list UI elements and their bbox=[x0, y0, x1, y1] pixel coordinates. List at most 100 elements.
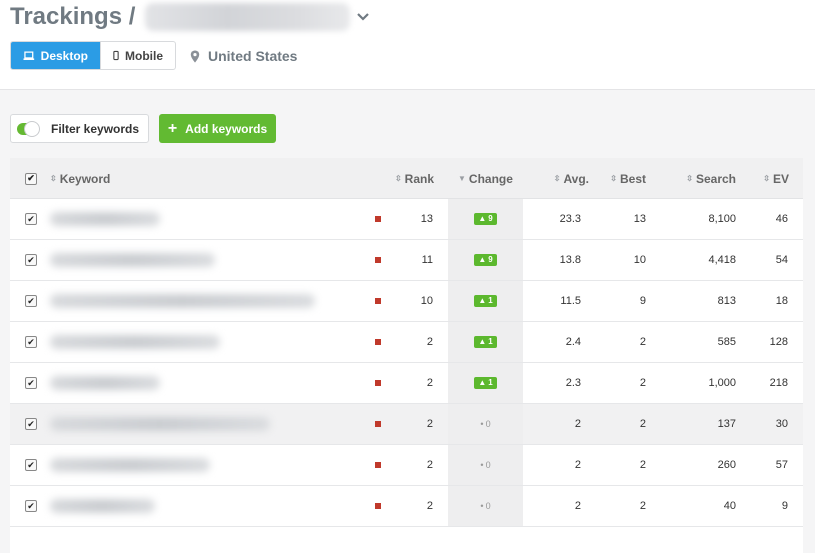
search-cell: 260 bbox=[660, 445, 736, 485]
best-value: 2 bbox=[639, 459, 646, 471]
table-row[interactable]: ✔ 10 ▲ 1 11.5 9 813 18 bbox=[10, 281, 803, 322]
filter-keywords-button[interactable]: Filter keywords bbox=[10, 114, 149, 143]
sort-icon: ⇳ bbox=[686, 173, 693, 183]
select-all-checkbox[interactable]: ✔ bbox=[25, 172, 37, 185]
filter-label: Filter keywords bbox=[51, 121, 140, 136]
row-checkbox[interactable]: ✔ bbox=[25, 459, 37, 471]
device-toggle: Desktop Mobile bbox=[10, 41, 176, 70]
chevron-down-icon[interactable] bbox=[356, 10, 370, 24]
avg-value: 2.3 bbox=[565, 377, 581, 389]
location[interactable]: United States bbox=[190, 48, 297, 64]
add-keywords-button[interactable]: + Add keywords bbox=[159, 114, 276, 143]
dot-icon: • bbox=[480, 501, 484, 511]
rank-marker-cell bbox=[375, 199, 381, 239]
change-cell: ▲ 9 bbox=[448, 199, 523, 239]
change-cell: • 0 bbox=[448, 486, 523, 526]
ev-cell: 18 bbox=[750, 281, 788, 321]
row-checkbox[interactable]: ✔ bbox=[25, 500, 37, 512]
col-keyword[interactable]: ⇳ Keyword bbox=[50, 158, 110, 199]
col-search-label: Search bbox=[695, 171, 736, 186]
table-row[interactable]: ✔ 2 • 0 2 2 260 57 bbox=[10, 445, 803, 486]
table-row[interactable]: ✔ 11 ▲ 9 13.8 10 4,418 54 bbox=[10, 240, 803, 281]
rank-cell: 2 bbox=[390, 404, 433, 444]
best-value: 10 bbox=[633, 254, 646, 266]
plus-icon: + bbox=[167, 119, 178, 137]
ev-value: 30 bbox=[775, 418, 788, 430]
dot-icon: • bbox=[480, 419, 484, 429]
keyword-cell[interactable] bbox=[50, 486, 155, 526]
ev-cell: 128 bbox=[750, 322, 788, 362]
rank-marker-cell bbox=[375, 404, 381, 444]
row-checkbox[interactable]: ✔ bbox=[25, 213, 37, 225]
rank-cell: 2 bbox=[390, 445, 433, 485]
best-cell: 2 bbox=[595, 363, 646, 403]
keyword-cell[interactable] bbox=[50, 322, 220, 362]
desktop-label: Desktop bbox=[40, 48, 88, 63]
dot-icon: • bbox=[480, 460, 484, 470]
rank-marker-cell bbox=[375, 445, 381, 485]
table-row[interactable]: ✔ 2 • 0 2 2 137 30 bbox=[10, 404, 803, 445]
change-badge: ▲ 1 bbox=[474, 377, 497, 389]
col-best[interactable]: ⇳ Best bbox=[595, 158, 646, 199]
avg-cell: 2 bbox=[530, 486, 581, 526]
best-cell: 2 bbox=[595, 486, 646, 526]
search-cell: 137 bbox=[660, 404, 736, 444]
col-avg-label: Avg. bbox=[563, 171, 589, 186]
table-row[interactable]: ✔ 2 • 0 2 2 40 9 bbox=[10, 486, 803, 527]
rank-marker-cell bbox=[375, 281, 381, 321]
avg-cell: 2.3 bbox=[530, 363, 581, 403]
row-checkbox[interactable]: ✔ bbox=[25, 336, 37, 348]
title-text: Trackings / bbox=[10, 3, 136, 30]
keyword-cell[interactable] bbox=[50, 363, 160, 403]
row-checkbox[interactable]: ✔ bbox=[25, 418, 37, 430]
avg-value: 13.8 bbox=[559, 254, 581, 266]
sort-icon: ⇳ bbox=[610, 173, 617, 183]
rank-value: 13 bbox=[420, 213, 433, 225]
change-value: 0 bbox=[485, 419, 491, 429]
best-cell: 2 bbox=[595, 404, 646, 444]
col-avg[interactable]: ⇳ Avg. bbox=[530, 158, 589, 199]
rank-marker-cell bbox=[375, 486, 381, 526]
keyword-cell[interactable] bbox=[50, 240, 215, 280]
filter-toggle[interactable] bbox=[17, 120, 40, 137]
search-cell: 4,418 bbox=[660, 240, 736, 280]
rank-value: 11 bbox=[421, 254, 433, 266]
avg-cell: 11.5 bbox=[530, 281, 581, 321]
table-row[interactable]: ✔ 13 ▲ 9 23.3 13 8,100 46 bbox=[10, 199, 803, 240]
row-checkbox-cell: ✔ bbox=[25, 404, 37, 444]
keyword-cell[interactable] bbox=[50, 281, 315, 321]
table-row[interactable]: ✔ 2 ▲ 1 2.3 2 1,000 218 bbox=[10, 363, 803, 404]
sort-icon: ⇳ bbox=[50, 173, 57, 183]
rank-marker-icon bbox=[375, 216, 381, 222]
keyword-text-redacted bbox=[50, 458, 210, 472]
row-checkbox-cell: ✔ bbox=[25, 445, 37, 485]
col-search[interactable]: ⇳ Search bbox=[660, 158, 736, 199]
rank-cell: 2 bbox=[390, 322, 433, 362]
row-checkbox[interactable]: ✔ bbox=[25, 254, 37, 266]
mobile-button[interactable]: Mobile bbox=[100, 42, 175, 69]
rank-marker-icon bbox=[375, 421, 381, 427]
best-value: 9 bbox=[639, 295, 646, 307]
avg-value: 2 bbox=[574, 418, 581, 430]
search-cell: 1,000 bbox=[660, 363, 736, 403]
row-checkbox[interactable]: ✔ bbox=[25, 295, 37, 307]
ev-cell: 54 bbox=[750, 240, 788, 280]
keyword-text-redacted bbox=[50, 499, 155, 513]
domain-selector[interactable] bbox=[145, 3, 351, 31]
keyword-cell[interactable] bbox=[50, 199, 160, 239]
search-cell: 813 bbox=[660, 281, 736, 321]
keyword-cell[interactable] bbox=[50, 445, 210, 485]
avg-cell: 2 bbox=[530, 445, 581, 485]
col-rank[interactable]: ⇳ Rank bbox=[380, 158, 434, 199]
desktop-button[interactable]: Desktop bbox=[11, 42, 100, 69]
rank-value: 2 bbox=[426, 500, 433, 512]
col-change[interactable]: ▼ Change bbox=[458, 158, 513, 199]
keyword-cell[interactable] bbox=[50, 404, 270, 444]
row-checkbox-cell: ✔ bbox=[25, 363, 37, 403]
rank-cell: 10 bbox=[390, 281, 433, 321]
table-row[interactable]: ✔ 2 ▲ 1 2.4 2 585 128 bbox=[10, 322, 803, 363]
row-checkbox[interactable]: ✔ bbox=[25, 377, 37, 389]
rank-marker-icon bbox=[375, 503, 381, 509]
col-ev[interactable]: ⇳ EV bbox=[750, 158, 789, 199]
laptop-icon bbox=[23, 50, 35, 60]
